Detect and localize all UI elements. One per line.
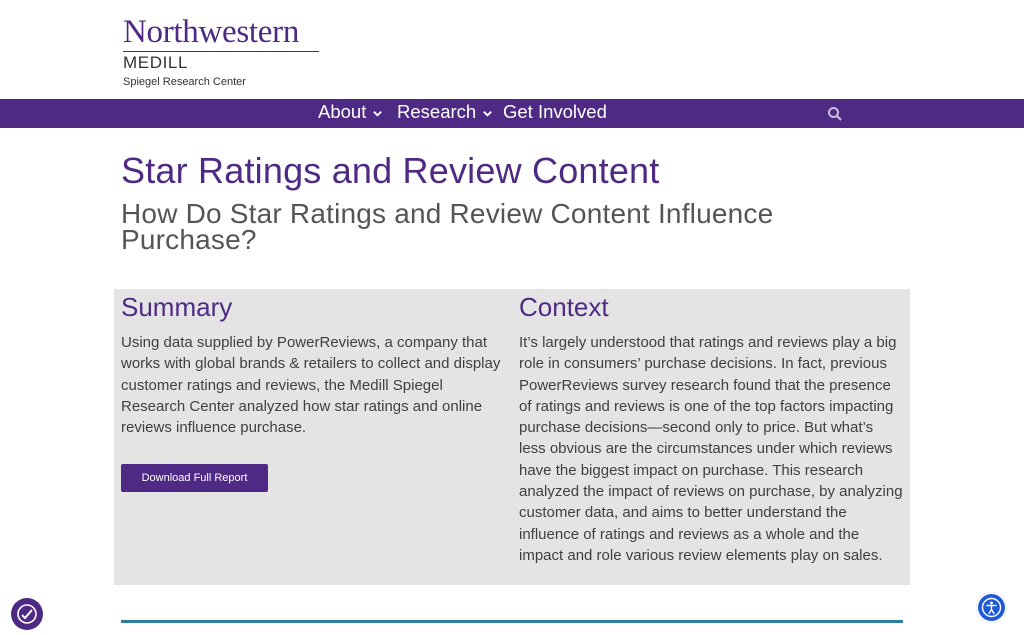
chevron-down-icon — [373, 110, 383, 117]
logo-university: Northwestern — [123, 14, 300, 50]
nav-item-label: About — [318, 101, 367, 122]
search-icon[interactable] — [827, 106, 843, 122]
page-subtitle: How Do Star Ratings and Review Content I… — [121, 198, 774, 255]
nav-item-label: Research — [397, 101, 477, 122]
logo-divider — [123, 51, 319, 52]
nav-item-research[interactable]: Research — [397, 99, 493, 128]
nav-item-get-involved[interactable]: Get Involved — [503, 99, 607, 128]
accessibility-person-icon — [981, 597, 1002, 618]
accessibility-button[interactable] — [976, 592, 1007, 623]
summary-text: Using data supplied by PowerReviews, a c… — [121, 334, 501, 437]
page-title: Star Ratings and Review Content — [121, 150, 660, 191]
summary-heading: Summary — [121, 292, 233, 322]
accessibility-widget-button[interactable] — [11, 598, 43, 630]
site-logo[interactable]: Northwestern MEDILL Spiegel Research Cen… — [123, 14, 319, 89]
main-nav: About Research Get Involved — [0, 99, 1024, 128]
context-heading: Context — [519, 292, 609, 322]
nav-item-label: Get Involved — [503, 101, 607, 122]
accessibility-hand-icon — [17, 604, 37, 624]
logo-center: Spiegel Research Center — [123, 76, 246, 88]
download-report-button[interactable]: Download Full Report — [121, 464, 268, 492]
context-text: It’s largely understood that ratings and… — [519, 334, 903, 564]
logo-school: MEDILL — [123, 53, 189, 72]
nav-item-about[interactable]: About — [318, 99, 383, 128]
chevron-down-icon — [483, 110, 493, 117]
